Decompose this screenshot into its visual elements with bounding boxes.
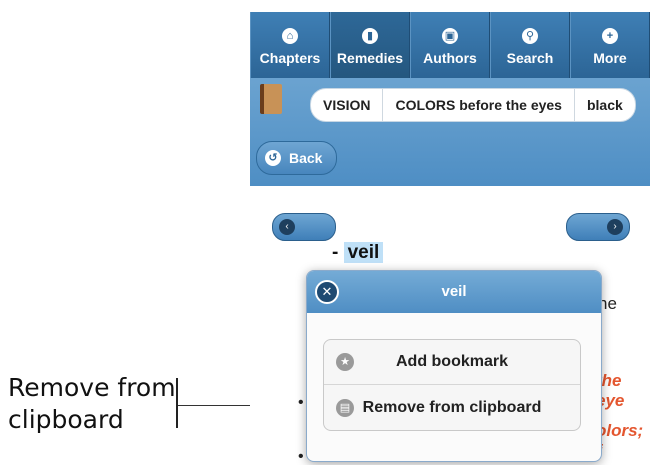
- menu-item-label: Add bookmark: [395, 353, 508, 370]
- person-icon: ▣: [442, 28, 458, 44]
- selected-word[interactable]: veil: [343, 242, 384, 263]
- back-label: Back: [289, 150, 323, 166]
- star-icon: ★: [336, 353, 354, 371]
- back-button[interactable]: ↺ Back: [256, 141, 338, 175]
- tab-label: Chapters: [259, 50, 321, 66]
- bullet-mark: •: [298, 448, 304, 465]
- breadcrumb-item-black[interactable]: black: [575, 89, 635, 121]
- word-popup: ✕ veil ★ Add bookmark ▤ Remove from clip…: [306, 270, 602, 462]
- home-icon: ⌂: [282, 28, 298, 44]
- search-icon: ⚲: [522, 28, 538, 44]
- popup-menu: ★ Add bookmark ▤ Remove from clipboard: [323, 339, 581, 431]
- tab-more[interactable]: + More: [570, 12, 650, 78]
- breadcrumb: VISION COLORS before the eyes black: [310, 88, 636, 122]
- chevron-right-icon: ›: [607, 219, 623, 235]
- tab-label: More: [593, 50, 627, 66]
- chevron-left-icon: ‹: [279, 219, 295, 235]
- callout-label: Remove from clipboard: [8, 373, 176, 434]
- clipboard-icon: ▤: [336, 398, 354, 417]
- bullet: •: [298, 394, 304, 411]
- back-arrow-icon: ↺: [265, 150, 281, 166]
- popup-header: ✕ veil: [307, 271, 601, 313]
- tab-chapters[interactable]: ⌂ Chapters: [250, 12, 330, 78]
- dash: -: [332, 242, 339, 263]
- partial-text-red-2: olors; f: [596, 421, 644, 460]
- close-icon[interactable]: ✕: [315, 280, 339, 304]
- tab-remedies[interactable]: ▮ Remedies: [330, 12, 410, 78]
- tab-search[interactable]: ⚲ Search: [490, 12, 570, 78]
- callout-bracket: [176, 378, 178, 428]
- tab-label: Authors: [423, 50, 477, 66]
- selected-word-line: - veil: [332, 242, 384, 264]
- partial-text-red-1: the eye: [596, 371, 625, 410]
- book-icon: [260, 84, 282, 114]
- content-area: ‹ › - veil ne the eye olors; f • • blue …: [250, 186, 650, 465]
- tab-label: Search: [506, 50, 554, 66]
- popup-title: veil: [441, 283, 467, 300]
- breadcrumb-item-vision[interactable]: VISION: [311, 89, 384, 121]
- add-bookmark-button[interactable]: ★ Add bookmark: [324, 340, 580, 385]
- app-screen: ⌂ Chapters ▮ Remedies ▣ Authors ⚲ Search…: [250, 12, 650, 465]
- vial-icon: ▮: [362, 28, 378, 44]
- header: VISION COLORS before the eyes black ↺ Ba…: [250, 78, 650, 186]
- remove-from-clipboard-button[interactable]: ▤ Remove from clipboard: [324, 385, 580, 430]
- tab-authors[interactable]: ▣ Authors: [410, 12, 490, 78]
- plus-icon: +: [602, 28, 618, 44]
- menu-item-label: Remove from clipboard: [362, 398, 542, 416]
- tab-label: Remedies: [336, 50, 404, 66]
- tab-bar: ⌂ Chapters ▮ Remedies ▣ Authors ⚲ Search…: [250, 12, 650, 78]
- previous-button[interactable]: ‹: [272, 213, 336, 241]
- next-button[interactable]: ›: [566, 213, 630, 241]
- breadcrumb-item-colors[interactable]: COLORS before the eyes: [383, 89, 575, 121]
